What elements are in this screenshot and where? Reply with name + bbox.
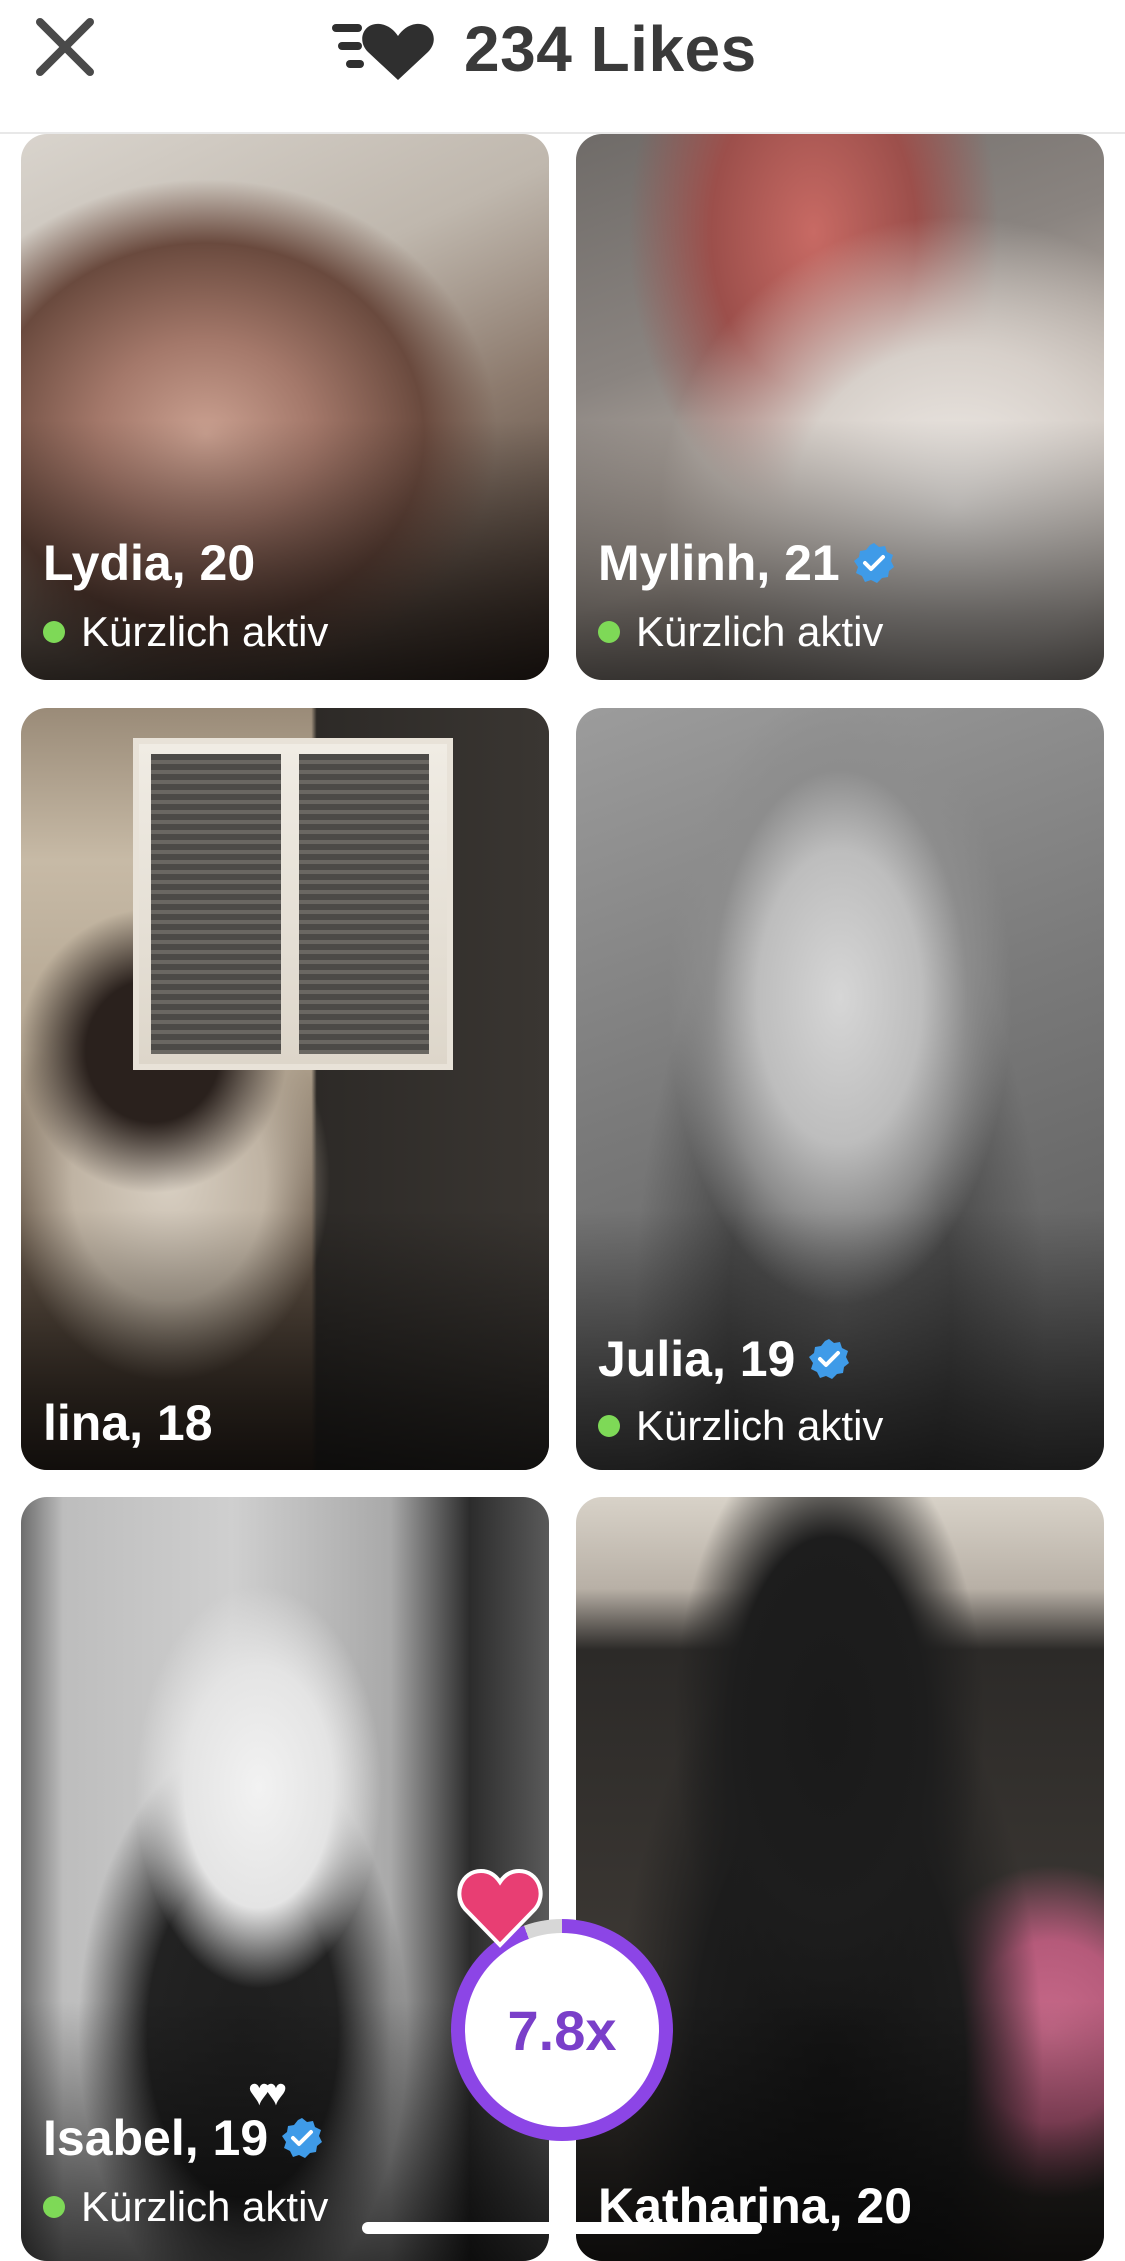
profile-card-katharina[interactable]: Katharina, 20 [576,1497,1104,2261]
header: 234 Likes [0,0,1125,134]
profile-status: Kürzlich aktiv [636,1402,884,1449]
profile-status: Kürzlich aktiv [81,2183,329,2230]
page-title: 234 Likes [464,13,757,85]
boost-multiplier-button[interactable]: 7.8x [451,1919,673,2141]
profile-name: Julia, 19 [598,1331,796,1387]
profile-name: Lydia, 20 [43,535,256,591]
window-background [133,738,453,1070]
profile-status: Kürzlich aktiv [81,608,329,655]
profile-name: Isabel, 19 [43,2110,269,2166]
profile-card-mylinh[interactable]: Mylinh, 21 Kürzlich aktiv [576,134,1104,680]
verified-badge-icon [853,543,894,583]
name-row: Mylinh, 21 [598,534,896,592]
name-row: Lydia, 20 [43,534,255,592]
profile-card-lina[interactable]: lina, 18 [21,708,549,1470]
name-row: lina, 18 [43,1394,213,1452]
boost-multiplier-inner: 7.8x [465,1933,659,2127]
verified-badge-icon [282,2118,323,2158]
status-row: Kürzlich aktiv [43,608,328,656]
profile-name: lina, 18 [43,1395,213,1451]
home-indicator[interactable] [362,2222,762,2234]
profile-name: Mylinh, 21 [598,535,840,591]
name-row: Julia, 19 [598,1330,851,1388]
profile-card-lydia[interactable]: Lydia, 20 Kürzlich aktiv [21,134,549,680]
speed-heart-icon [332,23,434,80]
active-dot-icon [43,2196,65,2218]
boost-multiplier-value: 7.8x [507,1998,617,2062]
profile-card-julia[interactable]: Julia, 19 Kürzlich aktiv [576,708,1104,1470]
active-dot-icon [598,1415,620,1437]
status-row: Kürzlich aktiv [43,2183,328,2231]
status-row: Kürzlich aktiv [598,608,883,656]
name-row: Isabel, 19 [43,2109,324,2167]
verified-badge-icon [809,1339,850,1379]
double-heart-icon: ♥♥ [248,2072,287,2114]
active-dot-icon [598,621,620,643]
heart-icon [457,1868,543,1948]
status-row: Kürzlich aktiv [598,1402,883,1450]
active-dot-icon [43,621,65,643]
profile-status: Kürzlich aktiv [636,608,884,655]
header-title-group: 234 Likes [328,4,757,94]
close-icon[interactable] [30,12,100,82]
